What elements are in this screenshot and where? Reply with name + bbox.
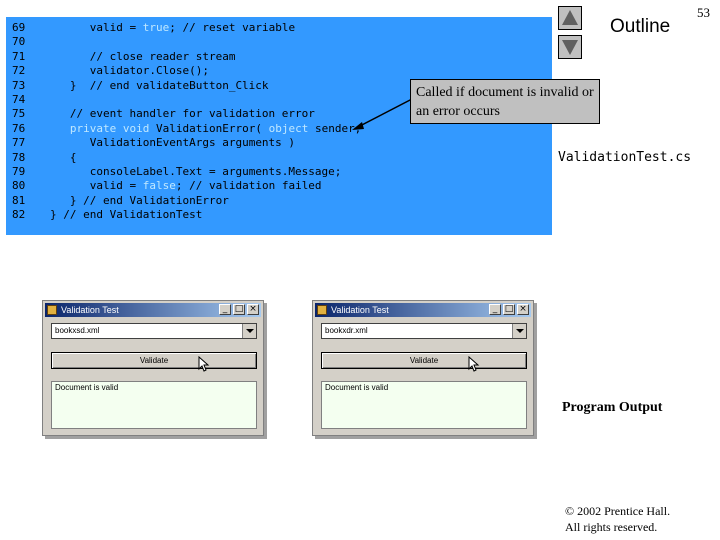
combo-dropdown-button[interactable]: [242, 324, 256, 338]
copyright: © 2002 Prentice Hall. All rights reserve…: [565, 503, 670, 535]
line-number: 76: [12, 121, 26, 135]
code-text: consoleLabel.Text = arguments.Message;: [50, 165, 342, 179]
code-token: // event handler for validation error: [69, 107, 315, 121]
validation-test-window: Validation Test _ □ × bookxdr.xml Valida…: [312, 300, 534, 436]
code-keyword: true: [142, 21, 170, 34]
code-text: private void ValidationError( object sen…: [50, 122, 361, 136]
copyright-line: © 2002 Prentice Hall.: [565, 504, 671, 518]
outline-label[interactable]: Outline: [610, 16, 670, 38]
triangle-down-icon: [562, 40, 578, 55]
code-text: ValidationEventArgs arguments ): [50, 136, 295, 150]
triangle-up-icon: [562, 10, 578, 25]
code-token: ValidationError(: [149, 121, 269, 135]
code-token: valid =: [89, 179, 143, 193]
line-number: 72: [12, 64, 26, 78]
line-number: 70: [12, 35, 26, 49]
line-number: 82: [12, 208, 26, 222]
callout-box: Called if document is invalid or an erro…: [410, 79, 600, 124]
line-number: 73: [12, 78, 26, 92]
chevron-down-icon: [246, 329, 254, 333]
code-text: } // end ValidationError: [50, 194, 229, 208]
validate-button[interactable]: Validate: [321, 352, 527, 369]
window-title: Validation Test: [331, 305, 389, 315]
file-combo-box[interactable]: bookxsd.xml: [51, 323, 257, 339]
code-text: validator.Close();: [50, 64, 209, 78]
console-label: Document is valid: [51, 381, 257, 429]
chevron-down-icon: [516, 329, 524, 333]
combo-value: bookxsd.xml: [55, 326, 100, 335]
previous-slide-button[interactable]: [558, 6, 582, 30]
code-text: valid = true; // reset variable: [50, 21, 295, 35]
line-number: 69: [12, 21, 26, 34]
combo-value: bookxdr.xml: [325, 326, 368, 335]
file-title: ValidationTest.cs: [558, 150, 692, 165]
program-output-label: Program Output: [562, 400, 663, 415]
code-token: } // end ValidationError: [69, 193, 229, 207]
code-token: ValidationEventArgs arguments ): [89, 136, 296, 150]
minimize-button[interactable]: _: [219, 304, 231, 315]
line-number: 81: [12, 193, 26, 207]
code-text: {: [50, 151, 77, 165]
line-number: 77: [12, 136, 26, 150]
validation-test-window: Validation Test _ □ × bookxsd.xml Valida…: [42, 300, 264, 436]
code-token: ; // reset variable: [169, 21, 296, 34]
mouse-cursor-icon: [468, 356, 480, 372]
code-token: } // end ValidationTest: [50, 208, 203, 222]
validate-button[interactable]: Validate: [51, 352, 257, 369]
console-label: Document is valid: [321, 381, 527, 429]
line-number: 80: [12, 179, 26, 193]
code-token: valid =: [89, 21, 143, 34]
copyright-line: All rights reserved.: [565, 520, 658, 534]
window-titlebar[interactable]: Validation Test _ □ ×: [45, 303, 261, 317]
combo-dropdown-button[interactable]: [512, 324, 526, 338]
code-token: // close reader stream: [89, 49, 236, 63]
code-token: {: [69, 150, 77, 164]
code-listing: 69 valid = true; // reset variable 70 71 /…: [6, 17, 552, 235]
maximize-button[interactable]: □: [503, 304, 515, 315]
slide-number: 53: [697, 5, 710, 20]
next-slide-button[interactable]: [558, 35, 582, 59]
code-token: } // end validateButton_Click: [69, 78, 269, 92]
line-number: 74: [12, 93, 26, 106]
code-keyword: false: [142, 179, 176, 193]
line-number: 78: [12, 150, 26, 164]
file-combo-box[interactable]: bookxdr.xml: [321, 323, 527, 339]
code-token: consoleLabel.Text = arguments.Message;: [89, 165, 342, 178]
window-titlebar[interactable]: Validation Test _ □ ×: [315, 303, 531, 317]
minimize-button[interactable]: _: [489, 304, 501, 315]
code-text: // event handler for validation error: [50, 107, 315, 121]
code-token: ; // validation failed: [175, 179, 322, 193]
line-number: 79: [12, 165, 26, 178]
maximize-button[interactable]: □: [233, 304, 245, 315]
close-button[interactable]: ×: [517, 304, 529, 315]
code-text: } // end validateButton_Click: [50, 79, 269, 93]
app-icon: [47, 305, 57, 315]
window-title: Validation Test: [61, 305, 119, 315]
mouse-cursor-icon: [198, 356, 210, 372]
code-token: validator.Close();: [89, 64, 209, 78]
code-text: } // end ValidationTest: [50, 208, 202, 222]
code-text: valid = false; // validation failed: [50, 179, 322, 193]
code-keyword: private void: [69, 121, 150, 135]
line-number: 71: [12, 49, 26, 63]
close-button[interactable]: ×: [247, 304, 259, 315]
line-number: 75: [12, 107, 26, 121]
app-icon: [317, 305, 327, 315]
code-keyword: object: [268, 121, 309, 135]
code-text: // close reader stream: [50, 49, 236, 64]
